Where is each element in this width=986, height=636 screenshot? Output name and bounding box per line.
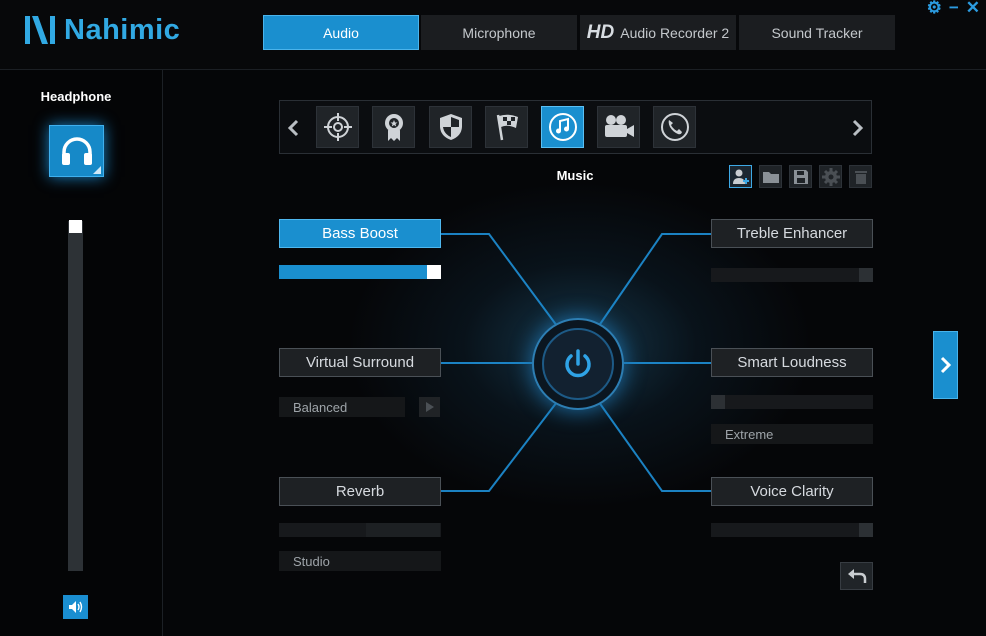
smart-loudness-slider[interactable] — [711, 395, 873, 409]
bass-boost-label: Bass Boost — [322, 225, 398, 242]
treble-enhancer-slider-knob[interactable] — [859, 268, 873, 282]
crosshair-icon — [323, 113, 352, 141]
virtual-surround-mode-next[interactable] — [419, 397, 440, 417]
treble-enhancer-label: Treble Enhancer — [736, 225, 848, 242]
trash-icon — [854, 170, 867, 184]
effect-connector-lines — [440, 233, 711, 492]
reverb-slider-knob[interactable] — [366, 523, 440, 537]
preset-name: Music — [556, 168, 594, 183]
voice-clarity-slider-knob[interactable] — [859, 523, 873, 537]
save-icon — [793, 169, 808, 184]
preset-music[interactable] — [541, 106, 584, 148]
add-profile-button[interactable] — [729, 165, 752, 188]
master-power-button[interactable] — [532, 318, 624, 410]
virtual-surround-mode-select[interactable]: Balanced — [279, 397, 405, 417]
smart-loudness-slider-knob[interactable] — [711, 395, 725, 409]
reverb-button[interactable]: Reverb — [279, 477, 441, 506]
race-flag-icon — [496, 114, 518, 141]
bass-boost-button[interactable]: Bass Boost — [279, 219, 441, 248]
preset-shield[interactable] — [429, 106, 472, 148]
voice-clarity-button[interactable]: Voice Clarity — [711, 477, 873, 506]
treble-enhancer-slider[interactable] — [711, 268, 873, 282]
treble-enhancer-button[interactable]: Treble Enhancer — [711, 219, 873, 248]
play-arrow-icon — [425, 402, 434, 412]
preset-prev-button[interactable] — [280, 101, 306, 155]
preset-award[interactable] — [372, 106, 415, 148]
voice-clarity-slider[interactable] — [711, 523, 873, 537]
power-button-inner — [542, 328, 614, 400]
reverb-slider[interactable] — [279, 523, 441, 537]
open-profile-button[interactable] — [759, 165, 782, 188]
music-note-icon — [548, 113, 577, 141]
preset-shooter[interactable] — [316, 106, 359, 148]
voice-clarity-label: Voice Clarity — [750, 483, 834, 500]
shield-icon — [439, 114, 462, 140]
folder-icon — [762, 171, 779, 183]
reverb-mode-select[interactable]: Studio — [279, 551, 441, 571]
undo-icon — [847, 569, 866, 583]
virtual-surround-label: Virtual Surround — [305, 354, 415, 371]
save-profile-button[interactable] — [789, 165, 812, 188]
award-ribbon-icon — [384, 114, 403, 141]
preset-communication[interactable] — [653, 106, 696, 148]
preset-carousel — [279, 100, 872, 154]
smart-loudness-label: Smart Loudness — [737, 354, 847, 371]
gear-icon — [821, 167, 840, 186]
virtual-surround-button[interactable]: Virtual Surround — [279, 348, 441, 377]
reverb-mode: Studio — [293, 553, 330, 569]
phone-icon — [660, 113, 689, 141]
chevron-right-icon — [940, 356, 951, 374]
chevron-left-icon — [287, 119, 299, 137]
smart-loudness-mode-select[interactable]: Extreme — [711, 424, 873, 444]
smart-loudness-button[interactable]: Smart Loudness — [711, 348, 873, 377]
next-page-button[interactable] — [933, 331, 958, 399]
delete-profile-button[interactable] — [849, 165, 872, 188]
chevron-right-icon — [852, 119, 864, 137]
bass-boost-slider[interactable] — [279, 265, 441, 279]
preset-movie[interactable] — [597, 106, 640, 148]
add-user-icon — [732, 169, 749, 184]
smart-loudness-mode: Extreme — [725, 426, 774, 442]
power-icon — [565, 349, 591, 378]
virtual-surround-mode: Balanced — [293, 399, 348, 415]
preset-next-button[interactable] — [845, 101, 871, 155]
profile-settings-button[interactable] — [819, 165, 842, 188]
reset-button[interactable] — [840, 562, 873, 590]
bass-boost-slider-fill — [279, 265, 441, 279]
video-camera-icon — [604, 115, 634, 137]
reverb-label: Reverb — [335, 483, 385, 500]
preset-racing[interactable] — [485, 106, 528, 148]
bass-boost-slider-knob[interactable] — [427, 265, 441, 279]
